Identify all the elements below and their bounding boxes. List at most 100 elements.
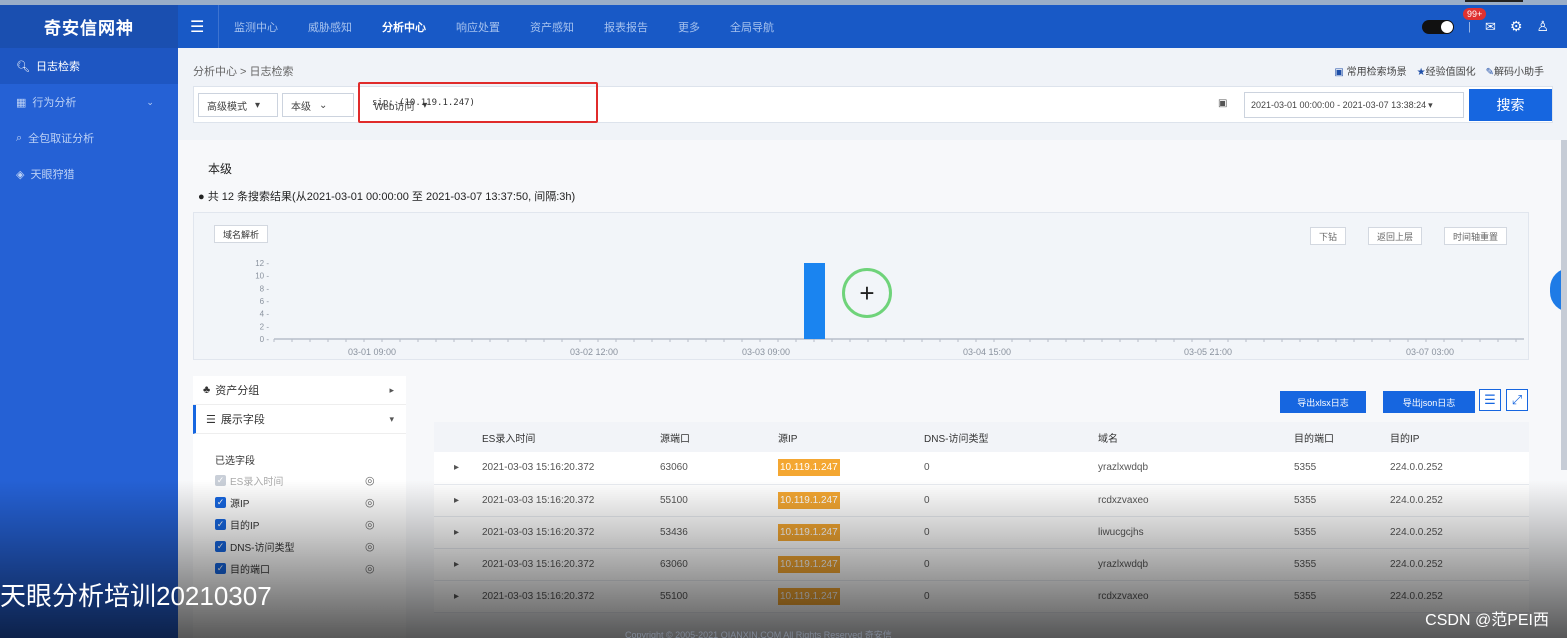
sidebar-item-hunting[interactable]: ◈ 天眼狩猎 <box>0 156 178 192</box>
chevron-right-icon: ▸ <box>389 384 394 395</box>
decorative-line <box>1465 0 1523 2</box>
fullscreen-icon[interactable]: ⤢ <box>1506 389 1528 411</box>
export-json-button[interactable]: 导出json日志 <box>1383 391 1475 413</box>
table-header-row: ES录入时间 源端口 源IP DNS-访问类型 域名 目的端口 目的IP <box>434 422 1529 452</box>
table-cell: rcdxzvaxeo <box>1098 580 1294 613</box>
table-header[interactable]: 源端口 <box>660 422 778 452</box>
result-summary: ● 共 12 条搜索结果(从2021-03-01 00:00:00 至 2021… <box>198 191 576 203</box>
display-fields-toggle[interactable]: ☰ 展示字段 ▾ <box>193 405 406 434</box>
notification-badge: 99+ <box>1463 8 1487 20</box>
checkbox[interactable]: ✓ <box>215 496 226 508</box>
checkbox[interactable]: ✓ <box>215 540 226 552</box>
nav-item-global[interactable]: 全局导航 <box>730 19 774 35</box>
field-item[interactable]: ✓ DNS-访问类型 ◎ <box>193 535 406 557</box>
x-tick-label: 03-02 12:00 <box>570 347 618 357</box>
caret-down-icon: ▾ <box>255 99 261 111</box>
table-cell: 224.0.0.252 <box>1390 452 1529 485</box>
expand-icon[interactable]: ▸ <box>434 452 482 485</box>
expand-icon[interactable]: ▸ <box>434 516 482 549</box>
app-logo[interactable]: 奇安信网神 <box>0 5 178 48</box>
divider: | <box>1468 20 1471 33</box>
save-icon[interactable]: ▣ <box>1218 98 1227 109</box>
star-icon: ★ <box>1416 67 1426 78</box>
table-cell: 5355 <box>1294 548 1390 581</box>
gear-icon[interactable]: ⚙ <box>1510 18 1523 35</box>
user-icon[interactable]: ♙ <box>1536 18 1549 35</box>
eye-icon[interactable]: ◎ <box>365 474 375 487</box>
eye-icon[interactable]: ◎ <box>365 496 375 509</box>
search-button[interactable]: 搜索 <box>1469 89 1552 121</box>
table-header[interactable]: 目的IP <box>1390 422 1529 452</box>
x-tick-label: 03-05 21:00 <box>1184 347 1232 357</box>
nav-item-monitor[interactable]: 监测中心 <box>234 19 278 35</box>
checkbox[interactable]: ✓ <box>215 562 226 574</box>
table-header[interactable]: 源IP <box>778 422 924 452</box>
caret-down-icon: ▾ <box>1428 99 1433 110</box>
table-cell: 5355 <box>1294 452 1390 485</box>
table-row[interactable]: ▸ 2021-03-03 15:16:20.372 55100 10.119.1… <box>434 580 1529 613</box>
sidebar-item-log-search[interactable]: 🔍︎ 日志检索 <box>0 48 178 84</box>
table-row[interactable]: ▸ 2021-03-03 15:16:20.372 53436 10.119.1… <box>434 516 1529 549</box>
table-cell: 2021-03-03 15:16:20.372 <box>482 548 660 581</box>
y-tick-label: 4 - <box>260 310 270 319</box>
table-cell: rcdxzvaxeo <box>1098 484 1294 517</box>
expand-icon[interactable]: ▸ <box>434 580 482 613</box>
table-header[interactable]: DNS-访问类型 <box>924 422 1098 452</box>
field-item[interactable]: ✓ 源IP ◎ <box>193 491 406 513</box>
nav-item-report[interactable]: 报表报告 <box>604 19 648 35</box>
quick-link-experience[interactable]: ★经验值固化 <box>1417 63 1476 78</box>
export-xlsx-button[interactable]: 导出xlsx日志 <box>1280 391 1366 413</box>
field-item[interactable]: ✓ 目的IP ◎ <box>193 513 406 535</box>
mode-select[interactable]: 高级模式 ▾ <box>198 93 278 117</box>
table-cell: 5355 <box>1294 484 1390 517</box>
sidebar-item-behavior[interactable]: ▦ 行为分析 ⌄ <box>0 84 178 120</box>
checkbox[interactable]: ✓ <box>215 474 226 486</box>
asset-group-toggle[interactable]: ♣ 资产分组 ▸ <box>193 376 406 405</box>
sidebar-item-forensics[interactable]: ⌕ 全包取证分析 <box>0 120 178 156</box>
eye-icon[interactable]: ◎ <box>365 562 375 575</box>
scrollbar[interactable] <box>1561 140 1567 470</box>
table-cell: yrazlxwdqb <box>1098 452 1294 485</box>
quick-link-decoder[interactable]: ✎解码小助手 <box>1486 63 1544 78</box>
nav-item-asset[interactable]: 资产感知 <box>530 19 574 35</box>
table-row[interactable]: ▸ 2021-03-03 15:16:20.372 63060 10.119.1… <box>434 452 1529 485</box>
grid-icon: ▣ <box>1334 67 1344 78</box>
wrench-icon: ✎ <box>1485 67 1494 78</box>
table-row[interactable]: ▸ 2021-03-03 15:16:20.372 55100 10.119.1… <box>434 484 1529 517</box>
table-cell: 0 <box>924 484 1098 517</box>
table-header[interactable]: ES录入时间 <box>482 422 660 452</box>
quick-link-scenarios[interactable]: ▣ 常用检索场景 <box>1334 63 1406 78</box>
theme-toggle[interactable] <box>1422 19 1455 34</box>
nav-item-threat[interactable]: 威胁感知 <box>308 19 352 35</box>
nav-item-more[interactable]: 更多 <box>678 19 700 35</box>
x-tick-label: 03-04 15:00 <box>963 347 1011 357</box>
table-row[interactable]: ▸ 2021-03-03 15:16:20.372 63060 10.119.1… <box>434 548 1529 581</box>
checkbox[interactable]: ✓ <box>215 518 226 530</box>
table-header[interactable]: 域名 <box>1098 422 1294 452</box>
table-cell-ip[interactable]: 10.119.1.247 <box>778 452 924 485</box>
menu-icon[interactable]: ☰ <box>190 17 204 37</box>
nav-item-analysis[interactable]: 分析中心 <box>382 19 426 35</box>
expand-icon[interactable]: ▸ <box>434 548 482 581</box>
table-cell-ip[interactable]: 10.119.1.247 <box>778 580 924 613</box>
field-item[interactable]: ✓ ES录入时间 ◎ <box>193 469 406 491</box>
mail-icon[interactable]: ✉ <box>1485 19 1496 35</box>
query-input[interactable]: sip: (10.119.1.247) <box>372 98 475 108</box>
nav-item-response[interactable]: 响应处置 <box>456 19 500 35</box>
level-select[interactable]: 本级 ⌄ <box>282 93 354 117</box>
table-cell-ip[interactable]: 10.119.1.247 <box>778 484 924 517</box>
analysis-icon: ▦ <box>16 96 27 109</box>
table-cell: 224.0.0.252 <box>1390 548 1529 581</box>
table-header[interactable]: 目的端口 <box>1294 422 1390 452</box>
column-list-icon[interactable]: ☰ <box>1479 389 1501 411</box>
y-tick-label: 8 - <box>260 284 270 293</box>
expand-icon[interactable]: ▸ <box>434 484 482 517</box>
breadcrumb: 分析中心 > 日志检索 <box>193 66 294 78</box>
eye-icon[interactable]: ◎ <box>365 540 375 553</box>
table-cell-ip[interactable]: 10.119.1.247 <box>778 548 924 581</box>
table-cell: 0 <box>924 452 1098 485</box>
table-cell: yrazlxwdqb <box>1098 548 1294 581</box>
table-cell-ip[interactable]: 10.119.1.247 <box>778 516 924 549</box>
eye-icon[interactable]: ◎ <box>365 518 375 531</box>
date-range-picker[interactable]: 2021-03-01 00:00:00 - 2021-03-07 13:38:2… <box>1244 92 1464 118</box>
